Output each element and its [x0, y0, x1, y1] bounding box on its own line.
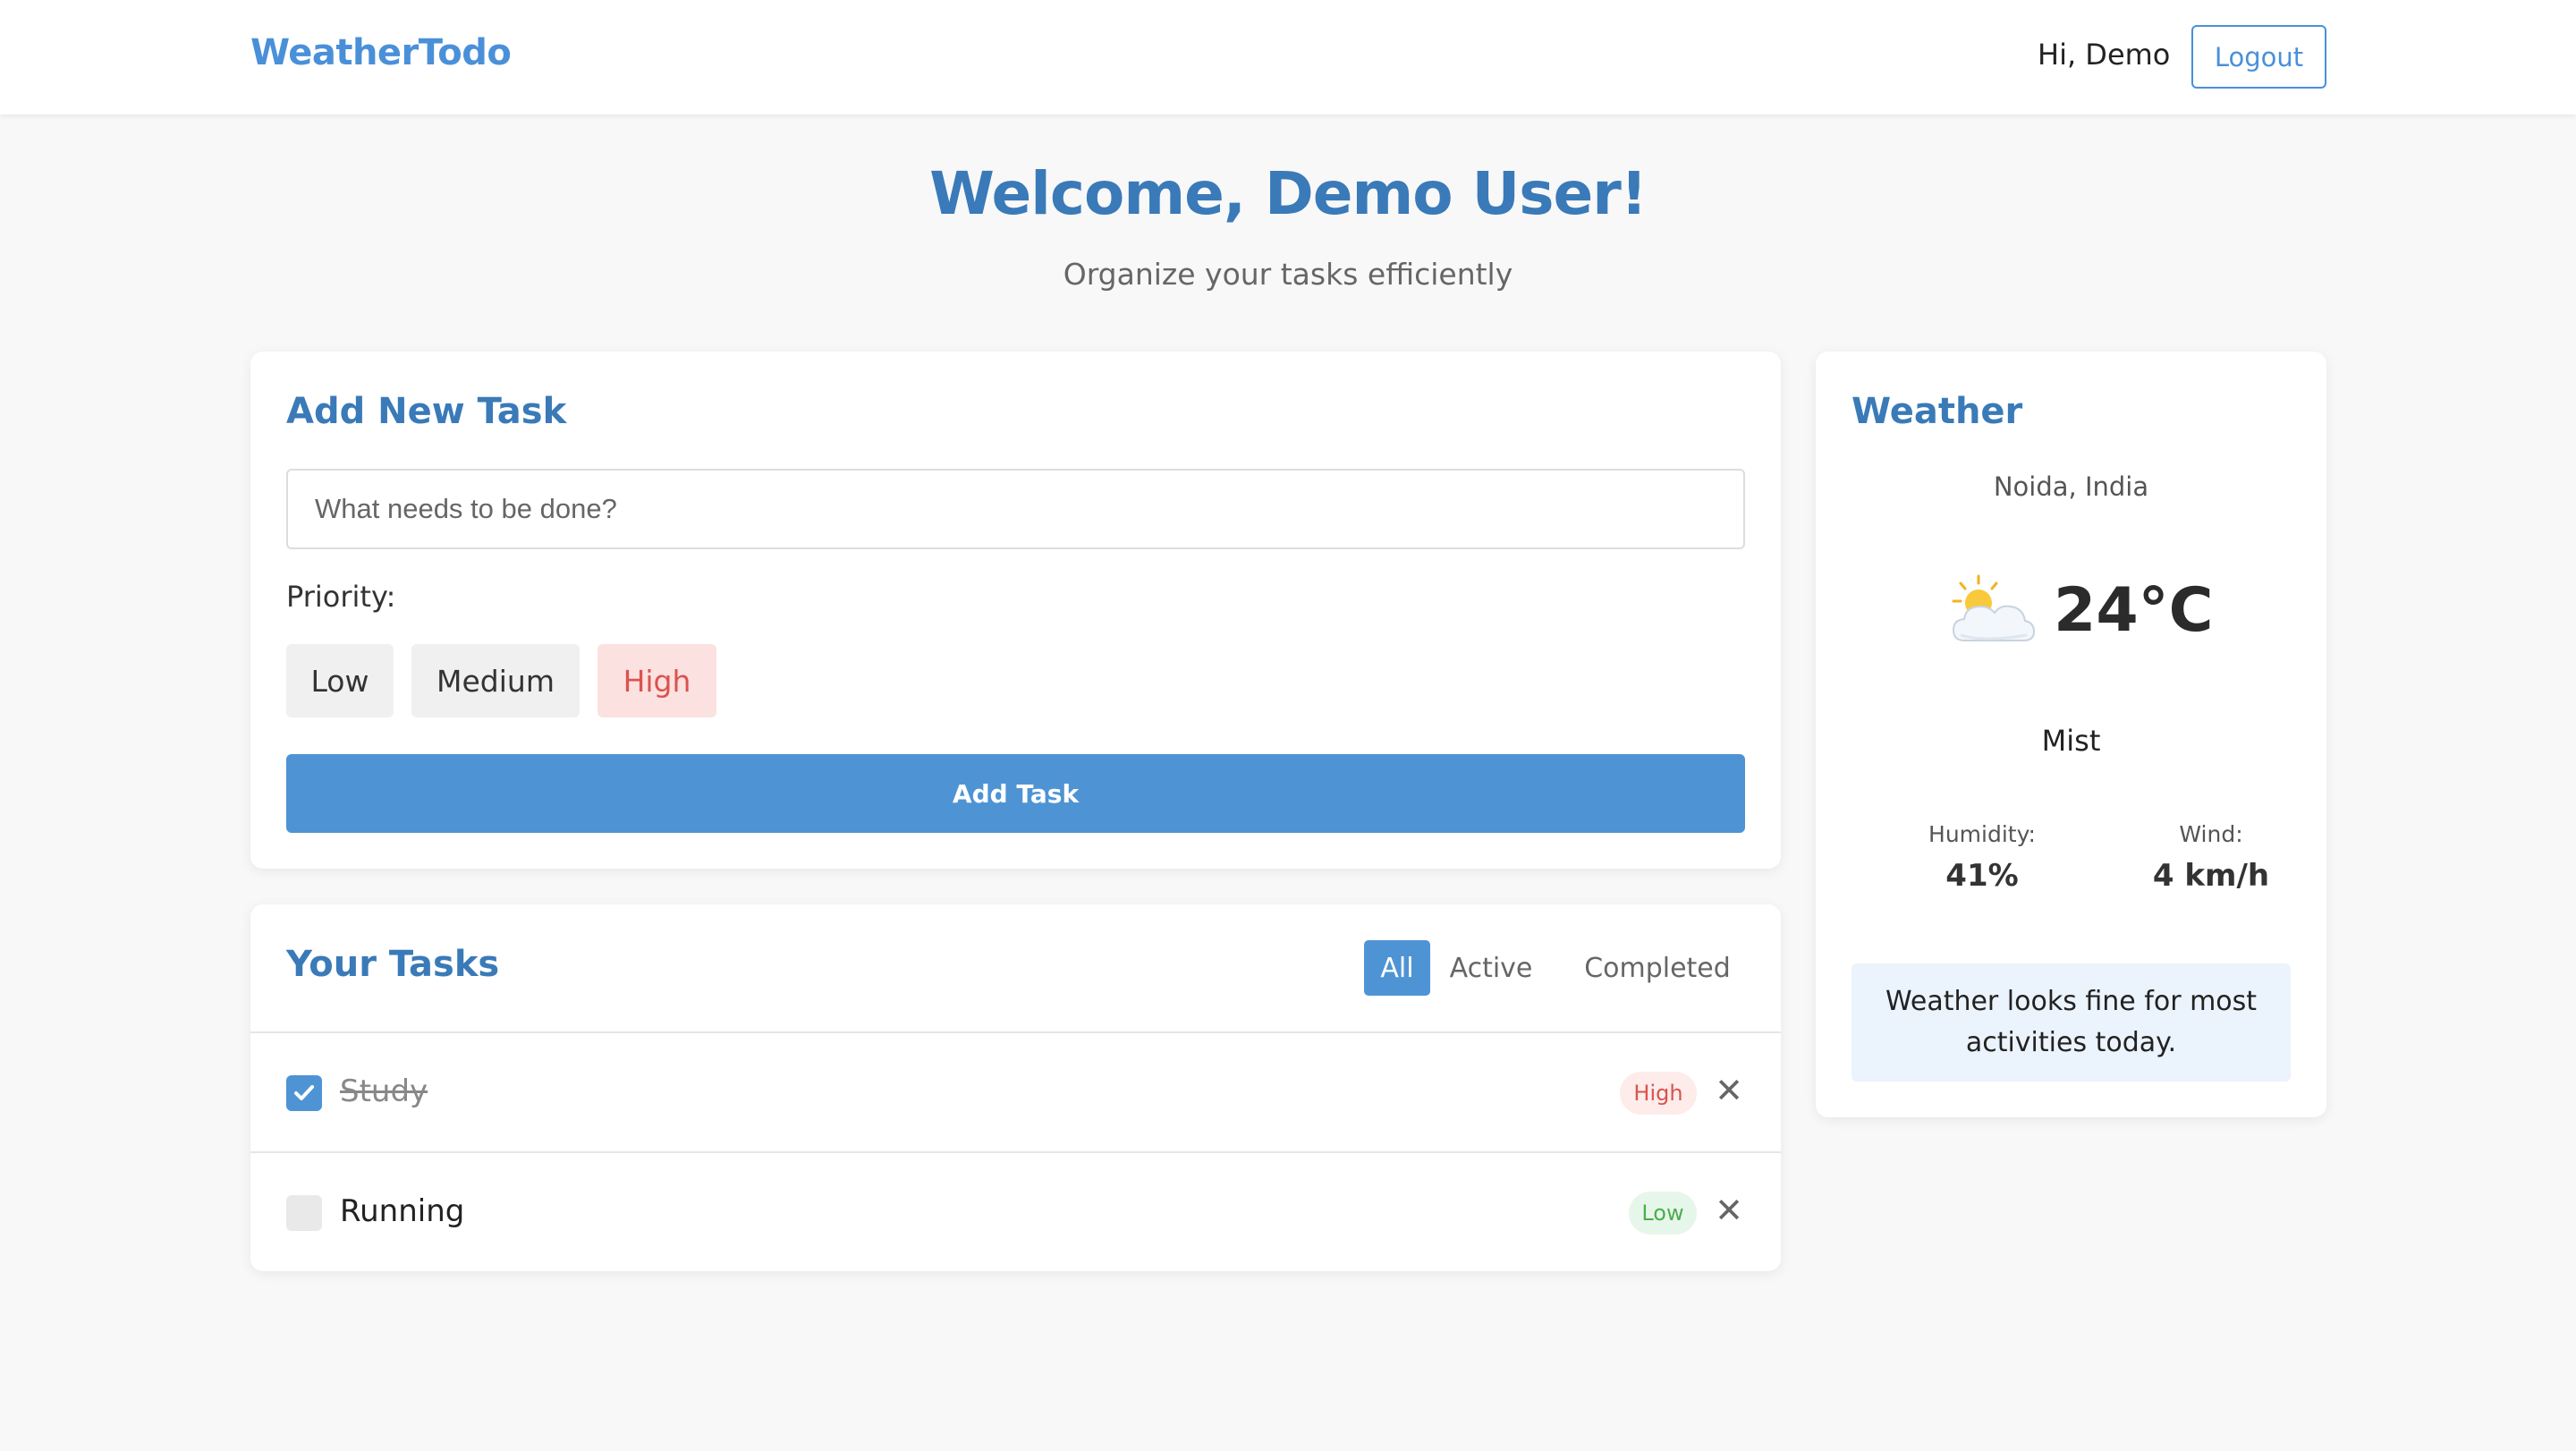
task-list-card: Your Tasks All Active Completed Study Hi… — [250, 904, 1781, 1271]
delete-task-icon[interactable]: ✕ — [1711, 1189, 1747, 1232]
humidity-value: 41% — [1945, 858, 2019, 894]
task-list-title: Your Tasks — [286, 944, 500, 985]
task-row: Study High ✕ — [250, 1031, 1781, 1151]
page-subtitle: Organize your tasks efficiently — [1063, 257, 1513, 292]
task-row: Running Low ✕ — [250, 1151, 1781, 1271]
delete-task-icon[interactable]: ✕ — [1711, 1069, 1747, 1112]
logout-button[interactable]: Logout — [2191, 25, 2326, 89]
weather-location: Noida, India — [1993, 471, 2149, 502]
sun-behind-cloud-icon — [1952, 574, 2036, 641]
wind-value: 4 km/h — [2152, 858, 2270, 894]
weather-temperature: 24°C — [2054, 575, 2214, 646]
priority-label: Priority: — [286, 580, 396, 614]
priority-high-button[interactable]: High — [597, 644, 716, 717]
priority-medium-button[interactable]: Medium — [411, 644, 580, 717]
task-checkbox-checked[interactable] — [286, 1075, 322, 1111]
filter-active-tab[interactable]: Active — [1440, 940, 1542, 996]
filter-all-tab[interactable]: All — [1364, 940, 1430, 996]
priority-badge: High — [1620, 1072, 1697, 1115]
weather-condition: Mist — [2041, 724, 2101, 758]
humidity-label: Humidity: — [1928, 821, 2036, 847]
weather-card: Weather Noida, India 24°C Mist Humidity:… — [1816, 352, 2326, 1117]
user-greeting: Hi, Demo — [2038, 38, 2171, 72]
top-navbar: WeatherTodo Hi, Demo Logout — [0, 0, 2576, 115]
filter-completed-tab[interactable]: Completed — [1552, 940, 1763, 996]
priority-low-button[interactable]: Low — [286, 644, 394, 717]
task-text: Running — [340, 1193, 465, 1229]
priority-badge: Low — [1629, 1192, 1697, 1235]
brand-logo[interactable]: WeatherTodo — [250, 32, 512, 73]
wind-stat: Wind: 4 km/h — [2122, 821, 2301, 894]
task-text: Study — [340, 1073, 428, 1109]
checkmark-icon — [294, 1085, 314, 1100]
wind-label: Wind: — [2179, 821, 2243, 847]
weather-title: Weather — [1852, 391, 2023, 432]
task-checkbox[interactable] — [286, 1195, 322, 1231]
add-task-title: Add New Task — [286, 391, 567, 432]
humidity-stat: Humidity: 41% — [1893, 821, 2072, 894]
add-task-card: Add New Task Priority: Low Medium High A… — [250, 352, 1781, 869]
task-input[interactable] — [286, 469, 1745, 549]
weather-advice: Weather looks fine for most activities t… — [1852, 963, 2291, 1082]
page-title: Welcome, Demo User! — [929, 159, 1648, 228]
add-task-button[interactable]: Add Task — [286, 754, 1745, 833]
